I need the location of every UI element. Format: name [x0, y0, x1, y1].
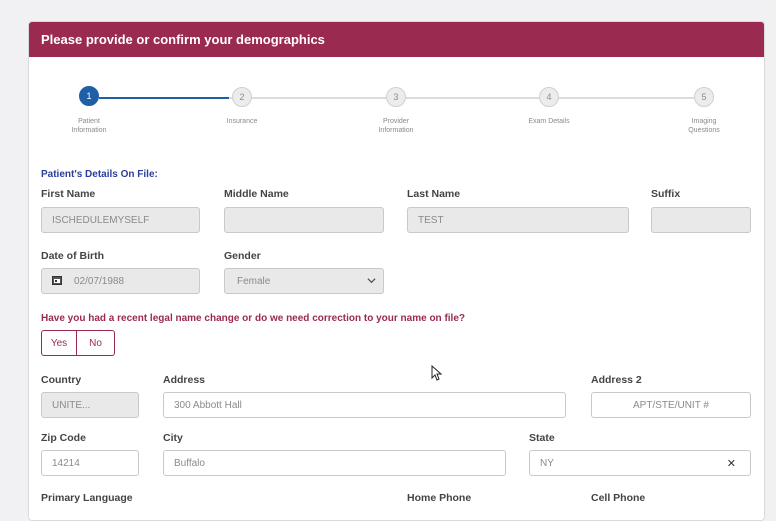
step-5-label: Imaging Questions	[688, 118, 720, 134]
dob-field[interactable]: 02/07/1988	[41, 268, 200, 294]
city-field[interactable]: Buffalo	[163, 450, 506, 476]
last-name-label: Last Name	[407, 188, 461, 200]
first-name-field[interactable]: ISCHEDULEMYSELF	[41, 207, 200, 233]
city-label: City	[163, 432, 183, 444]
step-1-label: Patient Information	[71, 118, 107, 134]
yes-button[interactable]: Yes	[41, 330, 77, 356]
home-phone-label: Home Phone	[407, 492, 472, 504]
address-label: Address	[163, 374, 206, 386]
mouse-pointer-icon	[431, 364, 443, 386]
name-change-question: Have you had a recent legal name change …	[41, 313, 465, 324]
stepper-track-line	[229, 97, 699, 99]
zip-field[interactable]: 14214	[41, 450, 139, 476]
calendar-icon[interactable]	[52, 275, 62, 288]
country-label: Country	[41, 374, 82, 386]
step-3-label: Provider Information	[378, 118, 414, 134]
state-label: State	[529, 432, 555, 444]
state-select[interactable]: NY ✕	[529, 450, 751, 476]
stepper-progress-line	[99, 97, 229, 99]
suffix-field[interactable]	[651, 207, 751, 233]
step-1-circle[interactable]: 1	[79, 86, 99, 106]
address2-label: Address 2	[591, 374, 642, 386]
step-4-label: Exam Details	[528, 118, 570, 125]
address-field[interactable]: 300 Abbott Hall	[163, 392, 566, 418]
primary-language-label: Primary Language	[41, 492, 133, 504]
no-button[interactable]: No	[77, 330, 115, 356]
gender-label: Gender	[224, 250, 261, 262]
step-3-circle[interactable]: 3	[386, 87, 406, 107]
last-name-field[interactable]: TEST	[407, 207, 629, 233]
cell-phone-label: Cell Phone	[591, 492, 646, 504]
middle-name-field[interactable]	[224, 207, 384, 233]
first-name-label: First Name	[41, 188, 96, 200]
close-icon[interactable]: ✕	[727, 457, 736, 470]
step-2-label: Insurance	[226, 118, 258, 125]
gender-select[interactable]: Female	[224, 268, 384, 294]
address2-field[interactable]: APT/STE/UNIT #	[591, 392, 751, 418]
step-2-circle[interactable]: 2	[232, 87, 252, 107]
demographics-card: Please provide or confirm your demograph…	[28, 21, 765, 521]
section-title: Patient's Details On File:	[41, 169, 158, 180]
step-4-circle[interactable]: 4	[539, 87, 559, 107]
zip-label: Zip Code	[41, 432, 86, 444]
step-5-circle[interactable]: 5	[694, 87, 714, 107]
country-field[interactable]: UNITE...	[41, 392, 139, 418]
chevron-down-icon	[367, 276, 376, 284]
suffix-label: Suffix	[651, 188, 681, 200]
middle-name-label: Middle Name	[224, 188, 289, 200]
dob-label: Date of Birth	[41, 250, 104, 262]
card-header: Please provide or confirm your demograph…	[29, 22, 764, 57]
page-title: Please provide or confirm your demograph…	[41, 32, 325, 47]
